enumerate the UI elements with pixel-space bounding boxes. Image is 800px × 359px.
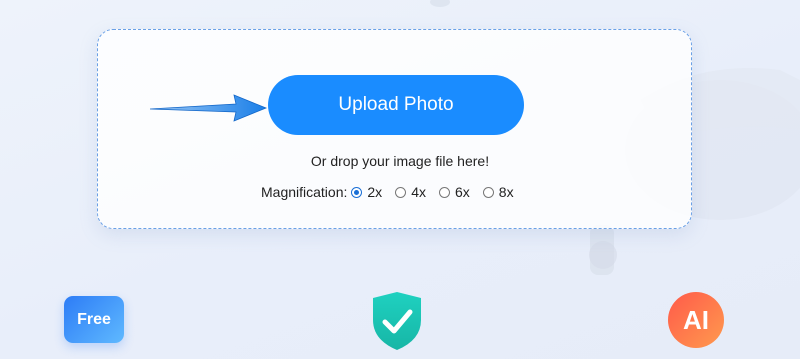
radio-6x[interactable] <box>438 186 450 198</box>
free-badge: Free <box>64 296 124 343</box>
option-label: 4x <box>411 184 426 200</box>
option-label: 2x <box>367 184 383 200</box>
ai-badge: AI <box>668 292 724 348</box>
magnification-option-2x[interactable]: 2x <box>351 184 382 200</box>
magnification-selector: Magnification: 2x 4x 6x 8x <box>261 182 527 202</box>
magnification-option-6x[interactable]: 6x <box>438 184 470 200</box>
option-label: 8x <box>498 184 514 200</box>
arrow-pointer-icon <box>149 94 268 122</box>
magnification-label: Magnification: <box>261 184 348 200</box>
drop-hint-text: Or drop your image file here! <box>310 153 490 169</box>
radio-2x[interactable] <box>351 186 363 198</box>
shield-check-icon <box>373 292 421 350</box>
radio-8x[interactable] <box>482 186 494 198</box>
magnification-option-8x[interactable]: 8x <box>482 184 514 200</box>
magnification-option-4x[interactable]: 4x <box>395 184 426 200</box>
upload-photo-button[interactable]: Upload Photo <box>268 75 524 135</box>
option-label: 6x <box>454 184 470 200</box>
radio-4x[interactable] <box>395 186 407 198</box>
